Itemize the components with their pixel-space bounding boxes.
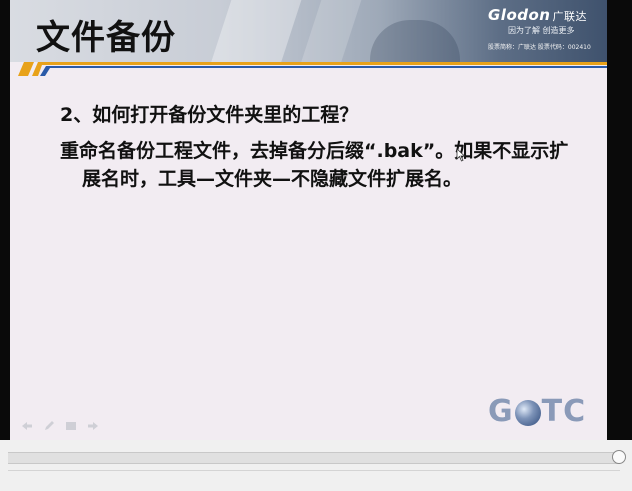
arrow-left-icon[interactable] [20, 420, 34, 432]
progress-scrollbar-knob[interactable] [612, 450, 626, 464]
answer-text: 重命名备份工程文件，去掉备分后缀“.bak”。如果不显示扩展名时，工具—文件夹—… [60, 140, 569, 190]
menu-icon[interactable] [64, 420, 78, 432]
gotc-logo-left: G [488, 394, 514, 429]
presentation-slide: 文件备份 Glodon 广联达 因为了解 创造更多 股票简称：广联达 股票代码：0… [10, 0, 607, 440]
header-decoration [295, 0, 365, 62]
progress-scrollbar[interactable] [8, 452, 620, 464]
slide-title: 文件备份 [36, 18, 176, 58]
pen-icon[interactable] [42, 420, 56, 432]
slideshow-nav [20, 420, 100, 432]
slide-content: 2、如何打开备份文件夹里的工程？ 重命名备份工程文件，去掉备分后缀“.bak”。… [60, 100, 580, 193]
brand-logo: Glodon 广联达 [488, 6, 600, 24]
left-black-border [0, 0, 10, 440]
bottom-divider [8, 470, 620, 471]
mouse-cursor-icon [456, 148, 466, 162]
brand-logo-text: Glodon [488, 6, 551, 24]
brand-logo-cn: 广联达 [552, 10, 587, 23]
slide-header: 文件备份 Glodon 广联达 因为了解 创造更多 股票简称：广联达 股票代码：0… [10, 0, 607, 62]
header-stripe [10, 62, 607, 76]
right-black-border [607, 0, 632, 440]
arrow-right-icon[interactable] [86, 420, 100, 432]
header-decoration [370, 20, 460, 62]
header-decoration [205, 0, 305, 62]
brand-slogan: 因为了解 创造更多 [508, 26, 575, 35]
brand-stock-info: 股票简称：广联达 股票代码：002410 [488, 44, 591, 51]
brand-block: Glodon 广联达 因为了解 创造更多 股票简称：广联达 股票代码：002410 [488, 6, 600, 51]
gotc-logo: G TC [488, 394, 586, 429]
globe-icon [514, 399, 541, 426]
question-text: 2、如何打开备份文件夹里的工程？ [60, 104, 359, 126]
gotc-logo-right: TC [541, 394, 587, 429]
viewer-bottom-area [0, 440, 632, 491]
